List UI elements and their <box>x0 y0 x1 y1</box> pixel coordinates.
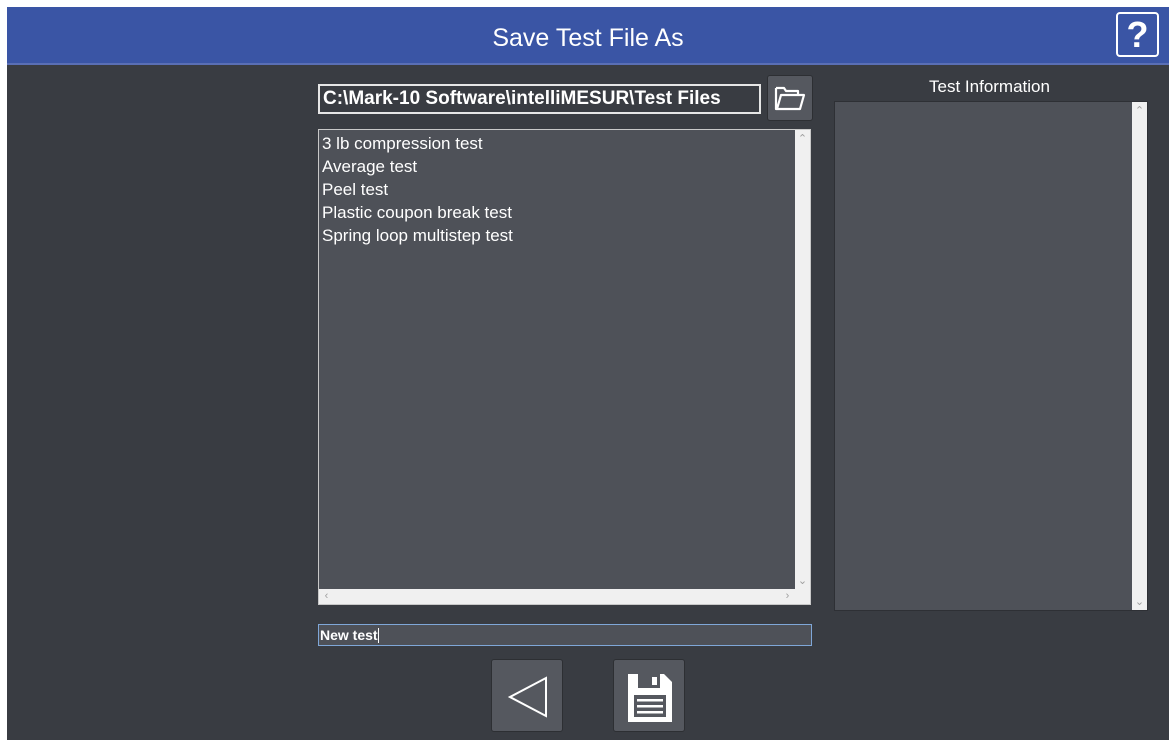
list-item[interactable]: Average test <box>319 155 513 178</box>
question-icon: ? <box>1126 14 1149 55</box>
list-item[interactable]: 3 lb compression test <box>319 132 513 155</box>
file-list-items: 3 lb compression test Average test Peel … <box>319 132 513 247</box>
save-dialog-window: Save Test File As ? C:\Mark-10 Software\… <box>7 7 1169 740</box>
scroll-up-icon[interactable]: ⌃ <box>1132 106 1147 117</box>
test-information-label: Test Information <box>929 77 1050 96</box>
window-title: Save Test File As <box>492 24 684 52</box>
scrollbar-corner <box>795 589 810 604</box>
vertical-scrollbar[interactable]: ⌃ ⌄ <box>795 130 810 589</box>
list-item[interactable]: Plastic coupon break test <box>319 201 513 224</box>
back-triangle-icon <box>507 676 547 718</box>
scroll-down-icon[interactable]: ⌄ <box>795 576 810 587</box>
back-button[interactable] <box>491 659 563 732</box>
scroll-up-icon[interactable]: ⌃ <box>795 134 810 145</box>
floppy-disk-icon <box>628 674 672 722</box>
scroll-left-icon[interactable]: ‹ <box>319 591 334 602</box>
info-vertical-scrollbar[interactable]: ⌃ ⌄ <box>1132 102 1147 610</box>
folder-open-icon <box>774 86 806 111</box>
horizontal-scrollbar[interactable]: ‹ › <box>319 589 795 604</box>
title-bar: Save Test File As ? <box>7 7 1169 65</box>
save-button[interactable] <box>613 659 685 732</box>
directory-path-field[interactable]: C:\Mark-10 Software\intelliMESUR\Test Fi… <box>318 84 761 114</box>
scroll-down-icon[interactable]: ⌄ <box>1132 597 1147 608</box>
scroll-right-icon[interactable]: › <box>780 591 795 602</box>
filename-value: New test <box>320 627 378 643</box>
file-list[interactable]: 3 lb compression test Average test Peel … <box>318 129 811 605</box>
list-item[interactable]: Peel test <box>319 178 513 201</box>
test-information-box: ⌃ ⌄ <box>834 101 1148 611</box>
help-button[interactable]: ? <box>1116 12 1159 57</box>
filename-input[interactable]: New test <box>318 624 812 646</box>
list-item[interactable]: Spring loop multistep test <box>319 224 513 247</box>
text-caret <box>377 628 379 643</box>
browse-folder-button[interactable] <box>767 75 813 121</box>
